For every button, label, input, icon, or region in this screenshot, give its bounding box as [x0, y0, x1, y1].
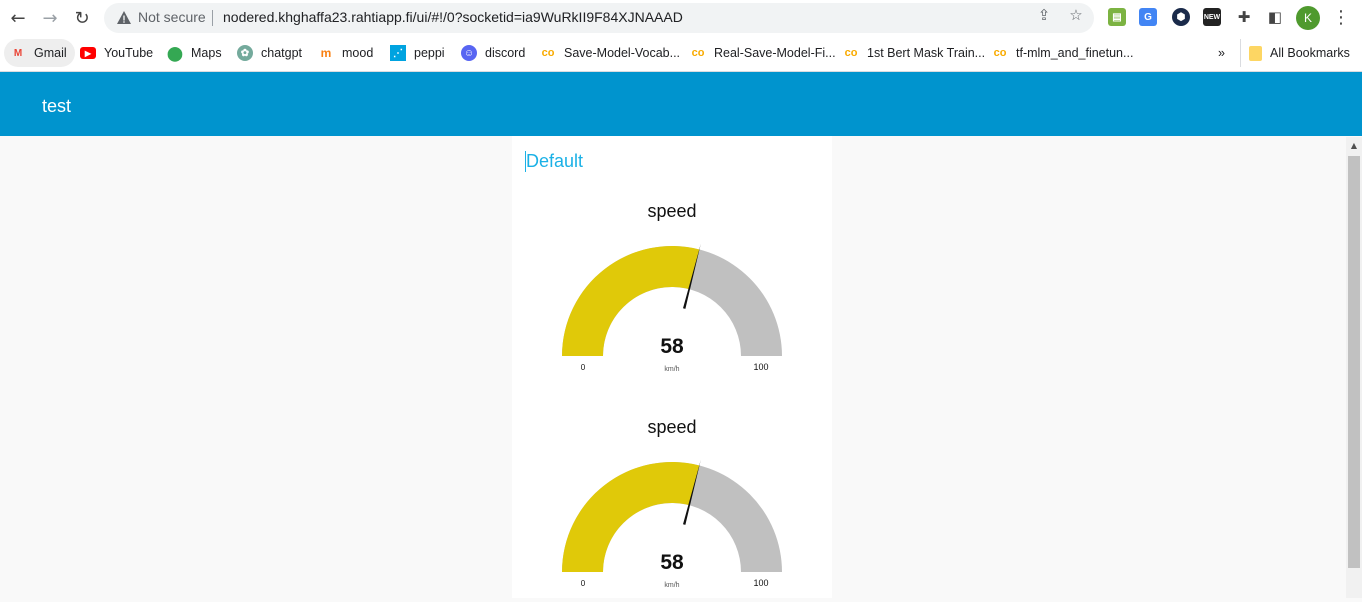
browser-toolbar: ← → ↻ Not secure nodered.khghaffa23.raht…	[0, 0, 1362, 36]
dashboard-title: test	[42, 96, 72, 116]
bookmark-maps[interactable]: ⬤ Maps	[167, 39, 222, 67]
scroll-up-arrow-icon[interactable]: ▲	[1346, 139, 1362, 153]
colab-icon: co	[993, 47, 1007, 59]
bookmark-colab-1[interactable]: co Save-Model-Vocab...	[540, 39, 680, 67]
colab-icon: co	[844, 47, 858, 59]
gauge-max-label: 100	[753, 578, 768, 588]
speed-gauge: 58 km/h 0 100	[562, 459, 782, 589]
extensions-puzzle-icon[interactable]: ✚	[1234, 7, 1254, 27]
bookmark-peppi[interactable]: ⋰ peppi	[390, 39, 445, 67]
youtube-icon: ▶	[80, 47, 96, 59]
moodle-icon: m	[320, 46, 332, 60]
gauge-min-label: 0	[581, 579, 586, 588]
overflow-chevron-icon: »	[1218, 46, 1225, 60]
bookmark-label: Maps	[191, 46, 222, 60]
profile-avatar[interactable]: K	[1296, 6, 1320, 30]
gauge-min-label: 0	[581, 363, 586, 372]
group-title: Default	[525, 151, 584, 172]
bookmarks-bar: M Gmail ▶ YouTube ⬤ Maps ✿ chatgpt m moo…	[0, 36, 1362, 72]
dashboard-header	[0, 72, 1362, 136]
bookmark-label: peppi	[414, 46, 445, 60]
translate-extension-icon[interactable]: G	[1139, 8, 1157, 26]
bookmark-label: Real-Save-Model-Fi...	[714, 46, 836, 60]
news-extension-icon[interactable]: NEW	[1203, 8, 1221, 26]
hexagon-extension-icon[interactable]: ⬢	[1172, 8, 1190, 26]
bookmark-label: All Bookmarks	[1270, 46, 1350, 60]
share-icon[interactable]: ⇪	[1034, 5, 1054, 25]
peppi-icon: ⋰	[390, 45, 406, 61]
bookmark-label: Save-Model-Vocab...	[564, 46, 681, 60]
folder-icon	[1249, 45, 1262, 61]
colab-icon: co	[541, 47, 555, 59]
bookmark-mood[interactable]: m mood	[318, 39, 374, 67]
gauge-title: speed	[647, 201, 697, 221]
colab-icon: co	[691, 47, 705, 59]
scrollbar-thumb[interactable]	[1348, 156, 1360, 568]
gauge-unit: km/h	[664, 366, 679, 373]
bookmark-colab-3[interactable]: co 1st Bert Mask Train...	[843, 39, 986, 67]
security-label[interactable]: Not secure	[138, 9, 206, 25]
gauge-title: speed	[647, 417, 697, 437]
gauge-max-label: 100	[753, 362, 768, 372]
menu-kebab-icon[interactable]: ⋮	[1332, 6, 1350, 30]
bookmark-label: YouTube	[104, 46, 154, 60]
bookmark-chatgpt[interactable]: ✿ chatgpt	[237, 39, 302, 67]
side-panel-icon[interactable]: ◧	[1265, 7, 1285, 27]
all-bookmarks-button[interactable]: All Bookmarks	[1240, 39, 1350, 67]
bookmark-colab-4[interactable]: co tf-mlm_and_finetun...	[992, 39, 1134, 67]
bookmark-label: chatgpt	[261, 46, 303, 60]
bookmark-label: mood	[342, 46, 374, 60]
bookmark-discord[interactable]: ☺ discord	[461, 39, 525, 67]
back-arrow-icon[interactable]: ←	[6, 6, 30, 30]
gauge-value: 58	[660, 551, 684, 574]
bookmark-label: tf-mlm_and_finetun...	[1016, 46, 1134, 60]
omnibox-divider	[212, 10, 213, 26]
chatgpt-icon: ✿	[237, 45, 253, 61]
speed-gauge: 58 km/h 0 100	[562, 243, 782, 373]
gauge-value: 58	[660, 335, 684, 358]
forward-arrow-icon[interactable]: →	[38, 6, 62, 30]
gauge-unit: km/h	[664, 582, 679, 589]
bookmark-star-icon[interactable]: ☆	[1066, 5, 1086, 25]
bookmark-colab-2[interactable]: co Real-Save-Model-Fi...	[690, 39, 836, 67]
maps-icon: ⬤	[167, 44, 183, 61]
bookmark-label: Gmail	[34, 46, 67, 60]
warning-icon	[117, 11, 131, 24]
bookmark-youtube[interactable]: ▶ YouTube	[80, 39, 153, 67]
address-bar[interactable]: Not secure nodered.khghaffa23.rahtiapp.f…	[104, 3, 1094, 33]
reload-icon[interactable]: ↻	[70, 6, 94, 30]
bookmarks-overflow-button[interactable]: »	[1218, 39, 1225, 67]
bookmark-gmail[interactable]: M Gmail	[4, 39, 75, 67]
bookmark-label: discord	[485, 46, 526, 60]
url-text[interactable]: nodered.khghaffa23.rahtiapp.fi/ui/#!/0?s…	[223, 9, 683, 25]
printer-extension-icon[interactable]: ▤	[1108, 8, 1126, 26]
bookmark-label: 1st Bert Mask Train...	[867, 46, 986, 60]
gmail-icon: M	[13, 47, 23, 59]
discord-icon: ☺	[461, 45, 477, 61]
